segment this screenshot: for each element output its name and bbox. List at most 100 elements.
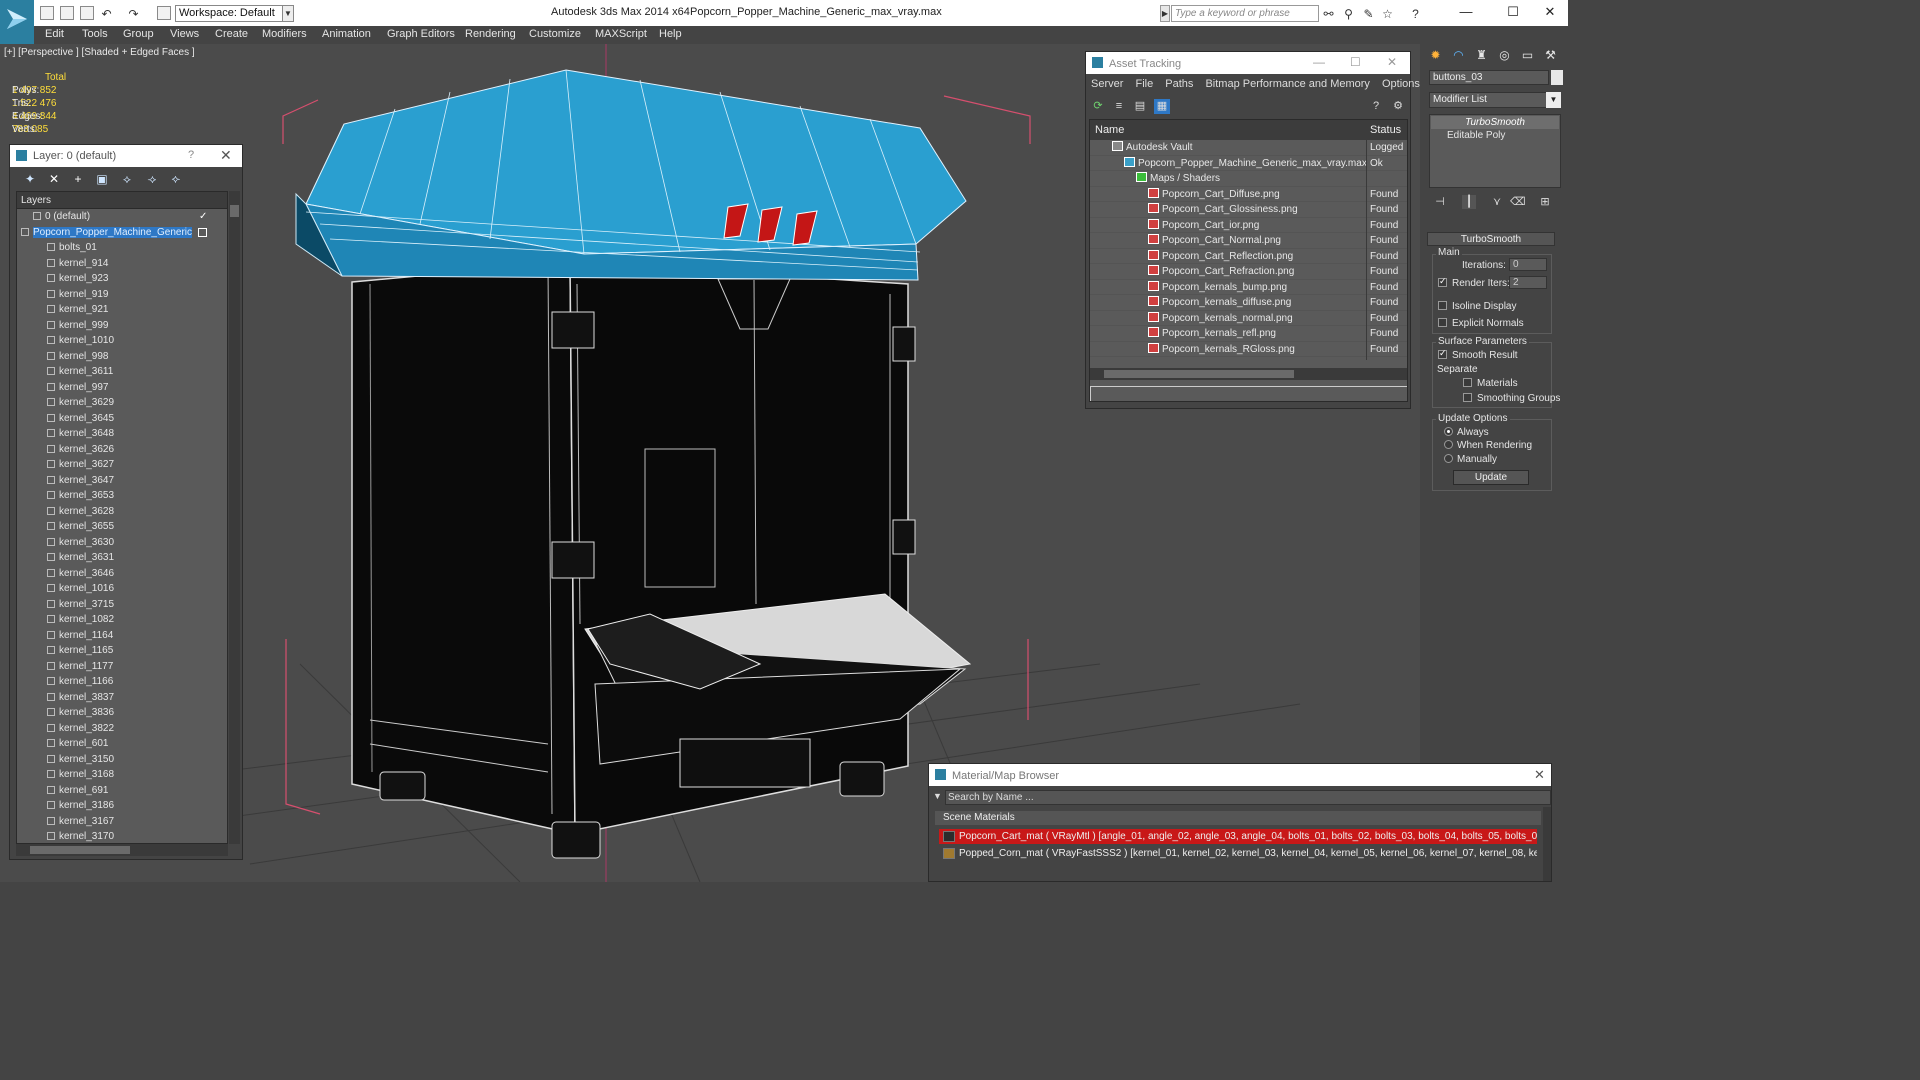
asset-help-icon[interactable]: ?	[1368, 99, 1384, 114]
layer-row[interactable]: bolts_01	[17, 240, 227, 256]
binoculars-icon[interactable]: ⚯	[1322, 8, 1335, 20]
layer-row[interactable]: kernel_3646	[17, 566, 227, 582]
layer-row[interactable]: kernel_998	[17, 349, 227, 365]
close-window-icon[interactable]: ✕	[1530, 3, 1570, 21]
layer-row[interactable]: kernel_1177	[17, 659, 227, 675]
layer-row[interactable]: kernel_1082	[17, 612, 227, 628]
table-view-icon[interactable]: ▦	[1154, 99, 1170, 114]
menu-graph-editors[interactable]: Graph Editors	[387, 28, 455, 40]
asset-row[interactable]: Popcorn_kernals_refl.png Found	[1090, 326, 1407, 342]
asset-menu-bitmap[interactable]: Bitmap Performance and Memory	[1205, 78, 1369, 90]
smoothing-groups-checkbox[interactable]	[1463, 393, 1472, 402]
layer-row[interactable]: kernel_601	[17, 736, 227, 752]
hide-all-icon[interactable]: ⟢	[144, 172, 160, 186]
favorites-star-icon[interactable]: ☆	[1381, 8, 1394, 20]
layer-row[interactable]: kernel_914	[17, 256, 227, 272]
layer-vscroll-thumb[interactable]	[230, 205, 239, 217]
layer-row[interactable]: kernel_3822	[17, 721, 227, 737]
redo-icon[interactable]: ↷	[127, 8, 140, 20]
asset-row[interactable]: Maps / Shaders	[1090, 171, 1407, 187]
asset-row[interactable]: Popcorn_Cart_Diffuse.png Found	[1090, 187, 1407, 202]
layer-row[interactable]: kernel_3168	[17, 767, 227, 783]
freeze-all-icon[interactable]: ⟣	[168, 172, 184, 186]
select-objects-icon[interactable]: ▣	[94, 172, 110, 186]
remove-modifier-icon[interactable]: ⌫	[1510, 195, 1526, 209]
motion-tab-icon[interactable]: ◎	[1495, 47, 1514, 64]
pin-stack-icon[interactable]: ⊣	[1433, 195, 1447, 209]
refresh-icon[interactable]: ⟳	[1090, 99, 1106, 114]
help-icon[interactable]: ?	[1409, 8, 1422, 20]
asset-horizontal-scrollbar[interactable]	[1090, 368, 1407, 380]
asset-menu-server[interactable]: Server	[1091, 78, 1123, 90]
project-folder-icon[interactable]	[157, 6, 171, 20]
column-name[interactable]: Name	[1095, 124, 1124, 136]
layer-row[interactable]: Popcorn_Popper_Machine_Generic	[17, 225, 227, 241]
asset-row[interactable]: Popcorn_kernals_RGloss.png Found	[1090, 342, 1407, 357]
layer-row[interactable]: kernel_997	[17, 380, 227, 396]
asset-row[interactable]: Popcorn_Popper_Machine_Generic_max_vray.…	[1090, 156, 1407, 171]
create-tab-icon[interactable]: ✹	[1426, 47, 1445, 64]
communication-icon[interactable]: ⚲	[1342, 8, 1355, 20]
layer-row[interactable]: kernel_1016	[17, 581, 227, 597]
layer-panel-titlebar[interactable]: Layer: 0 (default) ? ✕	[10, 145, 242, 167]
layer-row[interactable]: kernel_3629	[17, 395, 227, 411]
minimize-icon[interactable]: —	[1446, 3, 1486, 21]
menu-rendering[interactable]: Rendering	[465, 28, 516, 40]
turbosmooth-rollout-header[interactable]: TurboSmooth	[1427, 232, 1555, 246]
menu-edit[interactable]: Edit	[45, 28, 64, 40]
layer-row[interactable]: kernel_3631	[17, 550, 227, 566]
layers-column-header[interactable]: Layers	[17, 192, 227, 209]
layer-horizontal-scrollbar[interactable]	[16, 844, 228, 856]
material-options-arrow-icon[interactable]: ▼	[933, 791, 942, 801]
add-to-layer-icon[interactable]: +	[70, 172, 86, 186]
menu-group[interactable]: Group	[123, 28, 154, 40]
asset-menu-paths[interactable]: Paths	[1165, 78, 1193, 90]
asset-panel-titlebar[interactable]: Asset Tracking — ☐ ✕	[1086, 52, 1410, 74]
menu-animation[interactable]: Animation	[322, 28, 371, 40]
layer-row[interactable]: kernel_1166	[17, 674, 227, 690]
iterations-spinner[interactable]: 0	[1509, 258, 1547, 271]
show-end-result-icon[interactable]: ┃	[1462, 195, 1476, 209]
layer-row[interactable]: kernel_3626	[17, 442, 227, 458]
layer-close-icon[interactable]: ✕	[220, 147, 232, 164]
layer-row[interactable]: kernel_3836	[17, 705, 227, 721]
object-name-field[interactable]: buttons_03	[1429, 70, 1549, 85]
layer-row[interactable]: kernel_3630	[17, 535, 227, 551]
layer-row[interactable]: kernel_3653	[17, 488, 227, 504]
asset-settings-icon[interactable]: ⚙	[1390, 99, 1406, 114]
make-unique-icon[interactable]: ⋎	[1490, 195, 1504, 209]
material-list[interactable]: Scene Materials Popcorn_Cart_mat ( VRayM…	[935, 811, 1541, 881]
material-browser-titlebar[interactable]: Material/Map Browser ✕	[929, 764, 1551, 786]
isoline-display-checkbox[interactable]	[1438, 301, 1447, 310]
current-layer-check-icon[interactable]: ✓	[199, 209, 207, 225]
asset-menu-file[interactable]: File	[1135, 78, 1153, 90]
layer-help-icon[interactable]: ?	[188, 149, 194, 161]
layer-row[interactable]: kernel_3655	[17, 519, 227, 535]
asset-row[interactable]: Popcorn_Cart_Glossiness.png Found	[1090, 202, 1407, 218]
layer-row[interactable]: 0 (default) ✓	[17, 209, 227, 225]
asset-row[interactable]: Popcorn_kernals_bump.png Found	[1090, 280, 1407, 295]
stack-item-editable-poly[interactable]: Editable Poly	[1431, 129, 1559, 142]
layer-list[interactable]: Layers 0 (default) ✓ Popcorn_Popper_Machin…	[16, 191, 228, 844]
search-expand-icon[interactable]: ▶	[1160, 5, 1170, 22]
hierarchy-tab-icon[interactable]: ♜	[1472, 47, 1491, 64]
layer-row[interactable]: kernel_3837	[17, 690, 227, 706]
asset-row[interactable]: Popcorn_Cart_Refraction.png Found	[1090, 264, 1407, 280]
stack-item-turbosmooth[interactable]: TurboSmooth	[1431, 116, 1559, 129]
layer-row[interactable]: kernel_3611	[17, 364, 227, 380]
render-iters-checkbox[interactable]	[1438, 276, 1447, 287]
layer-row[interactable]: kernel_3150	[17, 752, 227, 768]
asset-row[interactable]: Popcorn_kernals_diffuse.png Found	[1090, 295, 1407, 311]
save-file-icon[interactable]	[80, 6, 94, 20]
utilities-tab-icon[interactable]: ⚒	[1541, 47, 1560, 64]
layer-row[interactable]: kernel_919	[17, 287, 227, 303]
layer-row[interactable]: kernel_3628	[17, 504, 227, 520]
display-tab-icon[interactable]: ▭	[1518, 47, 1537, 64]
menu-create[interactable]: Create	[215, 28, 248, 40]
render-iters-spinner[interactable]: 2	[1509, 276, 1547, 289]
object-color-swatch[interactable]	[1551, 70, 1563, 85]
modifier-list-arrow-icon[interactable]: ▼	[1546, 92, 1561, 108]
layer-row[interactable]: kernel_999	[17, 318, 227, 334]
layer-row[interactable]: kernel_1165	[17, 643, 227, 659]
modifier-stack[interactable]: TurboSmooth Editable Poly	[1429, 114, 1561, 188]
